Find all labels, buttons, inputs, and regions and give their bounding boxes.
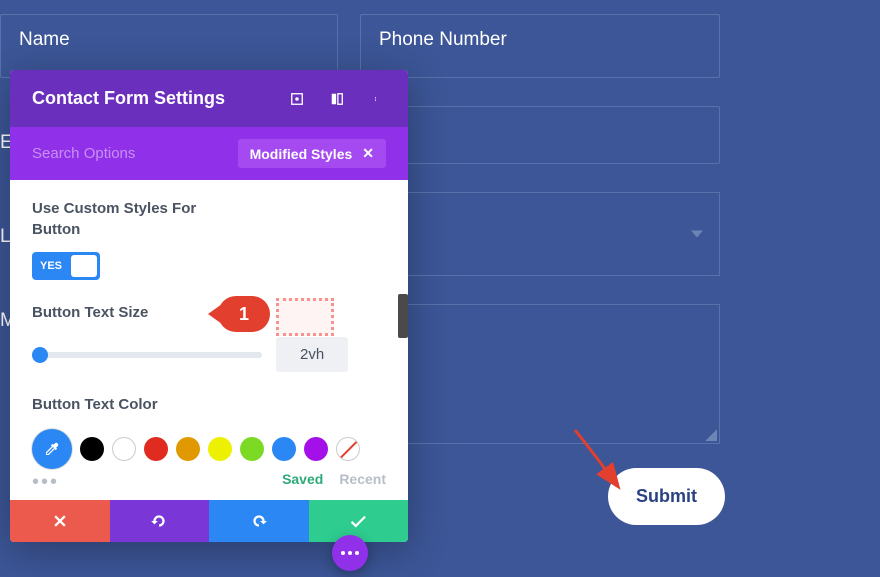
custom-styles-label: Use Custom Styles For Button: [32, 198, 212, 240]
panel-title: Contact Form Settings: [32, 88, 225, 109]
color-purple[interactable]: [304, 437, 328, 461]
chevron-down-icon: [691, 231, 703, 238]
saved-recent-row: ••• Saved Recent: [32, 469, 386, 494]
name-label: Name: [19, 29, 70, 50]
annotation-highlight-box: [276, 298, 334, 336]
saved-tab[interactable]: Saved: [282, 471, 323, 494]
slider-thumb[interactable]: [32, 347, 48, 363]
search-row: Search Options Modified Styles ✕: [10, 127, 408, 180]
text-color-label: Button Text Color: [32, 396, 386, 413]
color-reset[interactable]: [336, 437, 360, 461]
annotation-marker-1: 1: [218, 296, 270, 332]
field-row-2[interactable]: [360, 106, 720, 164]
color-red[interactable]: [144, 437, 168, 461]
custom-styles-toggle[interactable]: YES: [32, 252, 100, 280]
modified-styles-tag[interactable]: Modified Styles ✕: [238, 139, 386, 168]
save-button[interactable]: [309, 500, 409, 542]
kebab-menu-icon[interactable]: [368, 90, 386, 108]
fab-dots-icon: [341, 551, 359, 555]
text-size-slider[interactable]: [32, 352, 262, 358]
slider-track: [32, 352, 262, 358]
annotation-1-number: 1: [239, 304, 249, 325]
eyedropper-button[interactable]: [32, 429, 72, 469]
search-input[interactable]: Search Options: [32, 145, 135, 162]
phone-label: Phone Number: [379, 29, 507, 50]
dropdown-field[interactable]: [360, 192, 720, 276]
resize-handle-icon[interactable]: [705, 429, 717, 441]
name-field[interactable]: Name: [0, 14, 338, 78]
panel-body: Use Custom Styles For Button YES Button …: [10, 180, 408, 500]
phone-field[interactable]: Phone Number: [360, 14, 720, 78]
color-green[interactable]: [240, 437, 264, 461]
close-icon[interactable]: ✕: [362, 145, 374, 162]
color-white[interactable]: [112, 437, 136, 461]
expand-icon[interactable]: [288, 90, 306, 108]
modified-tag-text: Modified Styles: [250, 146, 353, 162]
text-size-value[interactable]: 2vh: [276, 337, 348, 372]
recent-tab[interactable]: Recent: [339, 471, 386, 494]
color-yellow[interactable]: [208, 437, 232, 461]
column-icon[interactable]: [328, 90, 346, 108]
panel-header: Contact Form Settings: [10, 70, 408, 127]
color-swatch-row: [32, 429, 386, 469]
color-black[interactable]: [80, 437, 104, 461]
arrow-annotation: [565, 425, 635, 510]
color-blue[interactable]: [272, 437, 296, 461]
cancel-button[interactable]: [10, 500, 110, 542]
color-orange[interactable]: [176, 437, 200, 461]
toggle-knob: [71, 255, 97, 277]
redo-button[interactable]: [209, 500, 309, 542]
floating-action-button[interactable]: [332, 535, 368, 571]
textarea-field[interactable]: [360, 304, 720, 444]
undo-button[interactable]: [110, 500, 210, 542]
scrollbar[interactable]: [398, 294, 408, 338]
more-dots-icon[interactable]: •••: [32, 471, 59, 494]
toggle-yes-text: YES: [40, 260, 62, 272]
